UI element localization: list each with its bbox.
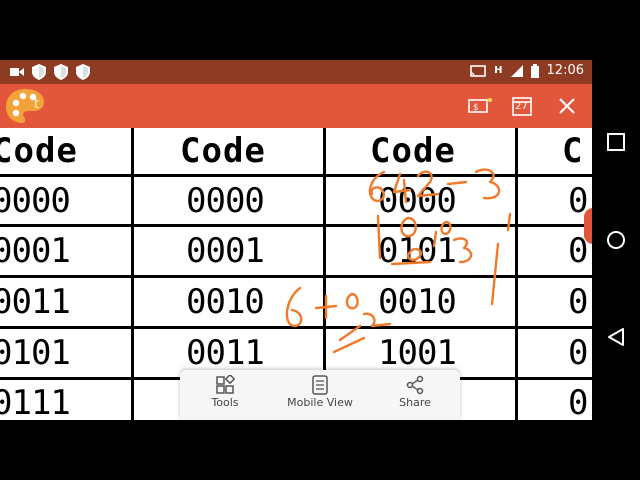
table-cell: 0001	[186, 231, 265, 271]
status-left-icons	[10, 64, 90, 80]
table-cell: 0	[568, 333, 589, 373]
video-camera-icon	[10, 68, 24, 76]
mobile-view-label: Mobile View	[287, 396, 353, 409]
table-row-divider	[0, 275, 592, 278]
status-time: 12:06	[546, 63, 584, 78]
share-button[interactable]: Share	[370, 374, 460, 418]
tools-label: Tools	[211, 396, 239, 409]
table-header-cell: Code	[370, 131, 456, 171]
table-cell: 0011	[0, 282, 71, 322]
table-header-cell: Code	[0, 131, 78, 171]
table-cell: 0000	[378, 181, 457, 221]
table-cell: 0001	[0, 231, 71, 271]
rupee-card-button[interactable]: $	[468, 94, 492, 118]
shield-icon	[76, 64, 90, 80]
table-cell: 0	[568, 282, 589, 322]
app-bar: t $ 27	[0, 84, 592, 128]
table-cell: 0101	[0, 333, 71, 373]
share-icon	[406, 375, 424, 395]
mobile-view-icon	[312, 375, 328, 395]
recents-square-icon[interactable]	[605, 131, 627, 153]
table-cell: 0111	[0, 383, 71, 420]
shield-icon	[54, 64, 68, 80]
table-cell: 0000	[0, 181, 71, 221]
cast-icon	[470, 64, 486, 77]
table-row-divider	[0, 174, 592, 177]
table-cell: 0010	[186, 282, 265, 322]
table-row-divider	[0, 326, 592, 329]
table-cell: 0	[568, 383, 589, 420]
table-cell: 0000	[186, 181, 265, 221]
close-button[interactable]	[555, 94, 579, 118]
app-screen: H 12:06 t $ 27 Code Code Code C 0000 000…	[0, 60, 592, 420]
back-triangle-icon[interactable]	[605, 326, 627, 348]
battery-icon	[530, 63, 539, 78]
calendar-button[interactable]: 27	[510, 94, 534, 118]
rupee-card-icon: $	[468, 98, 492, 113]
navigation-bar	[592, 0, 640, 480]
tools-button[interactable]: Tools	[180, 374, 270, 418]
app-title: t	[34, 97, 40, 112]
shield-icon	[32, 64, 46, 80]
table-cell: 0010	[378, 282, 457, 322]
table-row-divider	[0, 224, 592, 227]
status-right-icons: H 12:06	[470, 63, 584, 78]
scroll-handle[interactable]	[584, 208, 592, 244]
table-header-cell: C	[562, 131, 584, 171]
tools-icon	[216, 375, 235, 394]
bottom-toolbar: Tools Mobile View Share	[180, 370, 460, 420]
palette-logo-icon	[6, 89, 44, 123]
home-circle-icon[interactable]	[605, 229, 627, 251]
share-label: Share	[399, 396, 431, 409]
status-bar: H 12:06	[0, 60, 592, 84]
close-icon	[559, 98, 575, 114]
table-header-cell: Code	[180, 131, 266, 171]
signal-icon	[510, 64, 523, 77]
svg-text:$: $	[473, 103, 479, 113]
table-cell: 0101	[378, 231, 457, 271]
network-type-label: H	[494, 65, 503, 76]
mobile-view-button[interactable]: Mobile View	[275, 374, 365, 418]
calendar-date-label: 27	[515, 101, 528, 112]
